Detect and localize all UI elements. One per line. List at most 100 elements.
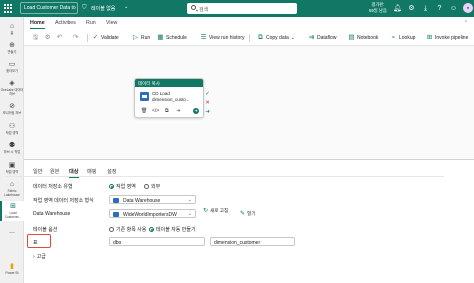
radio-use-existing[interactable] [109, 227, 114, 232]
tab-source[interactable]: 원본 [50, 168, 60, 175]
feedback-icon[interactable]: ☺ [449, 4, 458, 13]
tab-general[interactable]: 일반 [33, 168, 43, 175]
radio-workspace[interactable] [109, 184, 114, 189]
lookup-icon: ⌕ [391, 34, 396, 41]
rail-label: Load Customer... [4, 211, 22, 219]
top-bar: Load Customer Data to DW ⛉ 레이블 없음 ⌄ 검색 평… [0, 0, 474, 17]
radio-external-label[interactable]: 외부 [151, 183, 160, 190]
workspace-store-type-select[interactable]: Data Warehouse ⌄ [109, 195, 196, 204]
pipeline-canvas[interactable]: ✋︎ + − ⤢ [24, 46, 474, 159]
rail-label: 만들기 [7, 50, 17, 54]
run-button[interactable]: ▷ Run [132, 33, 150, 42]
database-icon: ◈ [9, 80, 15, 87]
rail-item-my-workspace[interactable]: ▣ 작업 영역 [0, 162, 24, 175]
success-output-icon[interactable]: ✓ [205, 90, 210, 99]
monitor-icon: ⊘ [9, 103, 15, 110]
tab-settings[interactable]: 설정 [107, 168, 117, 175]
chevron-down-icon[interactable]: ⌄ [124, 4, 128, 10]
workspace-icon: ▣ [8, 162, 16, 169]
chevron-up-icon[interactable]: ⌃ [464, 20, 468, 26]
sensitivity-label[interactable]: 레이블 없음 [91, 5, 115, 12]
table-schema-input[interactable]: dbo [109, 237, 205, 246]
activity-name-line2: dimension_custo... [152, 96, 190, 102]
people-icon: ⚇ [8, 123, 16, 130]
completion-output-icon[interactable]: ➜ [205, 108, 210, 117]
rail-item-create[interactable]: ⊕ 만들기 [0, 42, 24, 55]
save-icon: 🖫︎ [32, 34, 39, 41]
copy-data-activity[interactable]: 데이터 복사 CD Load dimension_custo... 🗑︎ </>… [134, 78, 204, 118]
invoke-pipeline-button[interactable]: ⊞ Invoke pipeline [426, 33, 469, 42]
dataflow-icon: ⇉ [308, 34, 315, 41]
folder-icon: ▭ [8, 61, 16, 68]
gear-button[interactable]: ⚙ [44, 33, 51, 42]
download-icon[interactable]: ⤓ [421, 4, 430, 13]
redo-button[interactable]: ↷ [72, 33, 79, 42]
tab-view[interactable]: View [106, 20, 117, 26]
go-arrow-icon[interactable]: ➜ [193, 108, 199, 114]
more-icon: ... [9, 228, 15, 235]
activity-name: CD Load dimension_custo... [152, 91, 202, 102]
radio-use-existing-label[interactable]: 기존 항목 사용 [116, 226, 146, 233]
trial-status: 평가판: 59일 남음 [369, 2, 387, 14]
rail-label: Power BI [5, 271, 19, 275]
gear-icon[interactable]: ⚙ [407, 4, 416, 13]
notebook-button[interactable]: ▤ Notebook [348, 33, 378, 42]
rail-item-power-bi[interactable]: ▮ Power BI [0, 263, 24, 276]
rail-item-more[interactable]: ... [0, 227, 24, 235]
lookup-button[interactable]: ⌕ Lookup [390, 33, 416, 42]
bell-icon[interactable]: 🔔︎ [393, 4, 402, 13]
open-button[interactable]: ✎ 열기 [240, 211, 255, 217]
play-icon: ▷ [133, 34, 138, 41]
delete-icon[interactable]: 🗑︎ [141, 108, 147, 114]
radio-external[interactable] [144, 184, 149, 189]
arrow-icon[interactable]: ⇥ [176, 108, 180, 114]
help-icon[interactable]: ? [435, 4, 444, 13]
dataflow-button[interactable]: ⇉ Dataflow [308, 33, 337, 42]
search-icon [191, 5, 196, 10]
activity-type-label: 데이터 복사 [135, 79, 203, 87]
plus-circle-icon: ⊕ [9, 42, 15, 49]
tab-destination[interactable]: 대상 [69, 168, 79, 178]
search-box[interactable]: 검색 [187, 3, 297, 14]
save-button[interactable]: 🖫︎ [32, 33, 39, 42]
radio-auto-create-label[interactable]: 테이블 자동 만들기 [156, 226, 196, 233]
tab-run[interactable]: Run [86, 20, 96, 26]
undo-button[interactable]: ↶ [56, 33, 63, 42]
tab-activities[interactable]: Activities [55, 20, 76, 26]
ribbon-tabs: Home Activities Run View ⌃ [24, 17, 474, 29]
failure-output-icon[interactable]: ✕ [205, 99, 210, 108]
copy-data-button[interactable]: ⧉ Copy data ⌄ [257, 33, 295, 42]
open-label: 열기 [247, 211, 256, 216]
schedule-button[interactable]: ▦ Schedule [157, 33, 186, 42]
search-input[interactable]: 검색 [199, 6, 208, 13]
pipeline-title[interactable]: Load Customer Data to DW [20, 2, 78, 14]
toolbar-divider [249, 34, 250, 42]
tab-mapping[interactable]: 매핑 [87, 168, 97, 175]
radio-workspace-label[interactable]: 작업 영역 [116, 183, 136, 190]
rail-item-home[interactable]: ⌂ 홈 [0, 23, 24, 36]
validate-button[interactable]: ✓ Validate [92, 33, 119, 42]
rail-label: Fabric Lakehouse [4, 189, 20, 197]
refresh-button[interactable]: ↻ 새로 고침 [203, 208, 233, 214]
rail-item-lakehouse[interactable]: ⌂ Fabric Lakehouse [0, 181, 24, 197]
data-warehouse-select[interactable]: WideWorldImportersDW ⌄ [109, 209, 196, 218]
tab-home[interactable]: Home [30, 20, 45, 29]
rail-item-monitor[interactable]: ⊘ 모니터링 허브 [0, 103, 24, 116]
avatar[interactable]: ● [463, 3, 473, 13]
rail-item-onelake[interactable]: ◈ OneLake 데이터 허브 [0, 80, 24, 96]
advanced-toggle[interactable]: › 고급 [33, 253, 46, 260]
left-nav-rail: ⌂ 홈 ⊕ 만들기 ▭ 찾아보기 ◈ OneLake 데이터 허브 ⊘ 모니터링… [0, 17, 24, 283]
validate-label: Validate [101, 34, 119, 41]
copy-icon[interactable]: ⧉ [165, 108, 169, 114]
chevron-down-icon: ⌄ [187, 197, 192, 203]
code-icon[interactable]: </> [152, 108, 159, 114]
app-launcher-icon[interactable] [4, 4, 13, 13]
table-name-input[interactable]: dimension_customer [210, 237, 295, 246]
rail-item-pipeline[interactable]: ⊞ Load Customer... [0, 201, 24, 221]
trial-days: 59일 남음 [369, 8, 387, 13]
rail-item-workspace[interactable]: ⚇ 작업 영역 [0, 123, 24, 136]
rail-item-browse[interactable]: ▭ 찾아보기 [0, 61, 24, 74]
view-run-history-button[interactable]: ☰ View run history [200, 33, 245, 42]
rail-item-hub[interactable]: ⚉ 하브 시 작업 [0, 142, 24, 155]
radio-auto-create[interactable] [149, 227, 154, 232]
